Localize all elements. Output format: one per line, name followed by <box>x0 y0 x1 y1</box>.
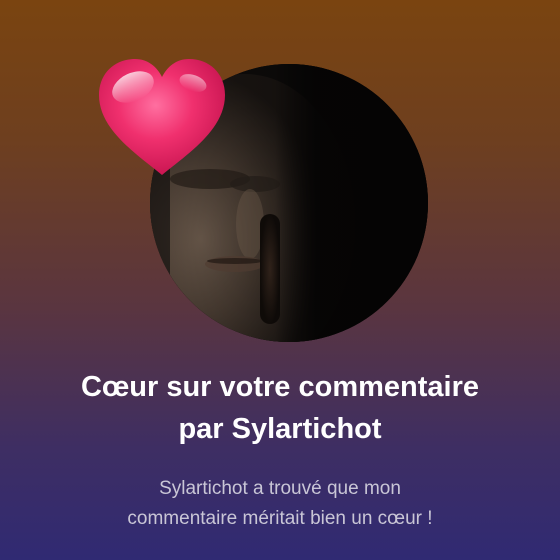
notification-message: Sylartichot a trouvé que mon commentaire… <box>40 474 520 534</box>
notification-title-line-1: Cœur sur votre commentaire <box>80 371 480 403</box>
notification-title: Cœur sur votre commentaire par Sylartich… <box>20 366 540 450</box>
notification-message-line-2: commentaire méritait bien un cœur ! <box>127 508 433 529</box>
notification-title-line-2: par Sylartichot <box>178 413 382 445</box>
heart-icon <box>95 55 229 181</box>
notification-message-line-1: Sylartichot a trouvé que mon <box>159 478 401 499</box>
notification-card: Cœur sur votre commentaire par Sylartich… <box>0 0 560 560</box>
